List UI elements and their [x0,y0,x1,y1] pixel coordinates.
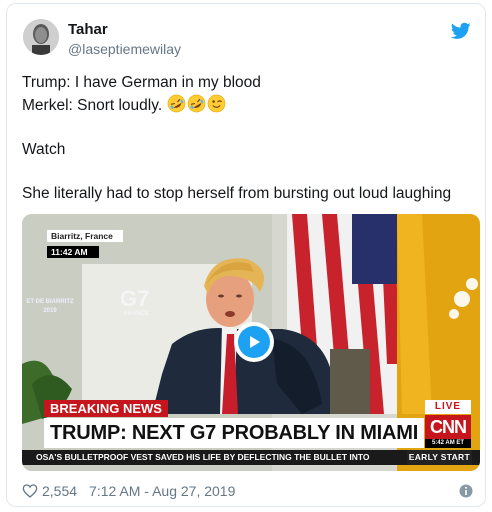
heart-icon[interactable] [22,483,38,499]
tweet-line-3: Watch [22,141,66,158]
author-handle[interactable]: @laseptiemewilay [68,41,181,57]
tweet-line-1: Trump: I have German in my blood [22,74,261,91]
tweet-line-2: Merkel: Snort loudly. [22,94,472,117]
location-time: 11:42 AM [47,246,99,258]
winking-face-icon [208,94,226,113]
news-ticker: OSA'S BULLETPROOF VEST SAVED HIS LIFE BY… [22,450,480,465]
cnn-logo: CNN [425,415,471,439]
tweet-line-2-text: Merkel: Snort loudly. [22,97,163,114]
g7-logo: G7 [120,286,150,311]
author-name[interactable]: Tahar [68,21,108,38]
avatar[interactable] [23,19,59,55]
rolling-on-floor-laughing-icon [168,94,186,113]
rolling-on-floor-laughing-icon [188,94,206,113]
tweet-footer: 2,554 7:12 AM - Aug 27, 2019 [22,481,235,501]
backdrop-side-text: ET DE BIARRITZ 2019 [26,299,74,314]
info-icon[interactable] [459,484,473,498]
tweet-card: Tahar @laseptiemewilay Trump: I have Ger… [6,3,486,507]
g7-logo-sub: FRANCE [124,311,149,317]
ticker-text: OSA'S BULLETPROOF VEST SAVED HIS LIFE BY… [36,452,370,462]
location-city: Biarritz, France [47,230,123,242]
location-tag: Biarritz, France 11:42 AM [47,230,123,260]
live-badge: LIVE [425,400,471,414]
play-icon[interactable] [238,326,270,358]
tweet-text: Trump: I have German in my blood Merkel:… [22,72,472,205]
breaking-news-label: BREAKING NEWS [44,400,168,417]
tweet-line-4: She literally had to stop herself from b… [22,185,452,202]
play-button[interactable] [234,322,274,362]
ticker-show-tag: EARLY START [406,450,472,465]
news-headline: TRUMP: NEXT G7 PROBABLY IN MIAMI [44,418,424,448]
twitter-bird-icon[interactable] [451,22,471,40]
tweet-timestamp[interactable]: 7:12 AM - Aug 27, 2019 [89,483,235,499]
video-player[interactable]: ET DE BIARRITZ 2019 G7 FRANCE Biarritz, … [22,214,480,471]
like-count[interactable]: 2,554 [42,483,77,499]
network-time: 5:42 AM ET [425,439,471,448]
